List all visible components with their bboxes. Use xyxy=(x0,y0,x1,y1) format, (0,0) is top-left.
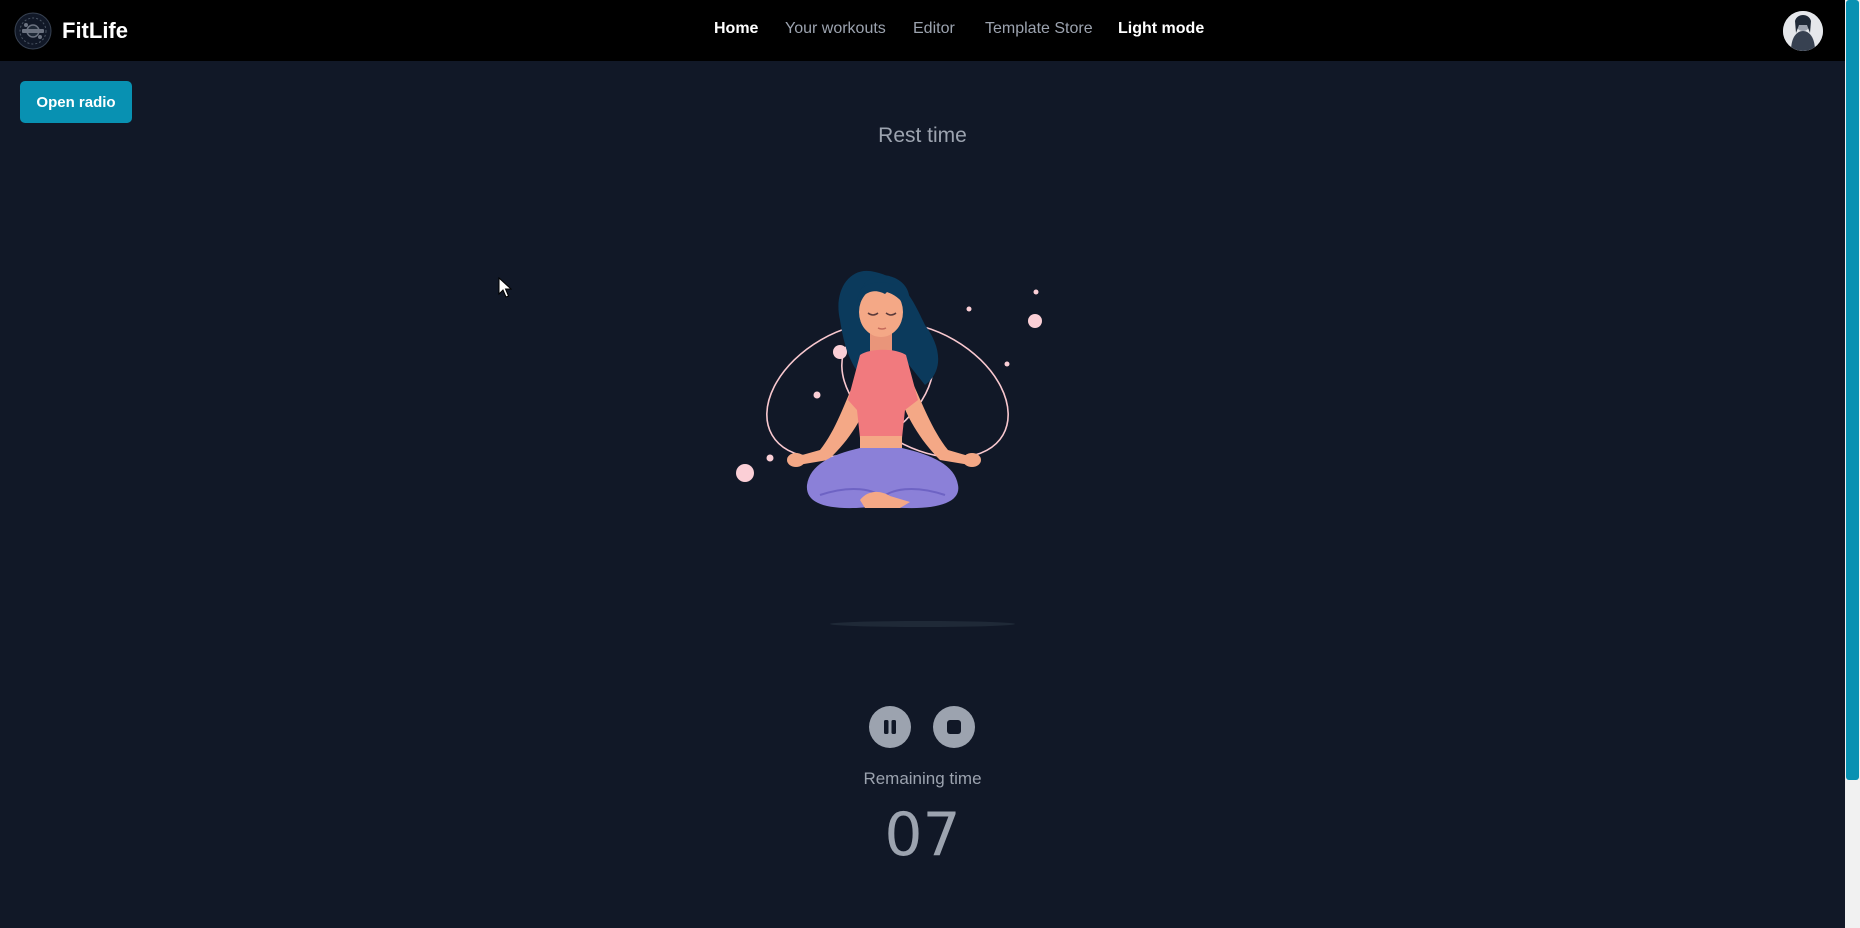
stop-icon xyxy=(947,720,961,734)
avatar[interactable] xyxy=(1783,11,1823,51)
remaining-time-label: Remaining time xyxy=(863,769,982,788)
top-navbar: FitLife Home Your workouts Editor Templa… xyxy=(0,0,1845,61)
brand[interactable]: FitLife xyxy=(14,10,128,52)
timer-controls xyxy=(869,706,975,748)
nav-home[interactable]: Home xyxy=(714,20,758,38)
rest-title: Rest time xyxy=(878,124,967,147)
nav-light-mode-toggle[interactable]: Light mode xyxy=(1118,20,1204,38)
nav-editor[interactable]: Editor xyxy=(913,20,955,38)
avatar-image xyxy=(1783,11,1823,51)
fitlife-logo-icon xyxy=(14,12,52,50)
open-radio-button[interactable]: Open radio xyxy=(20,81,132,123)
nav-template-store[interactable]: Template Store xyxy=(985,20,1093,38)
brand-name: FitLife xyxy=(62,18,128,43)
nav-links: Home Your workouts Editor Template Store… xyxy=(0,0,1845,61)
scrollbar-thumb[interactable] xyxy=(1846,0,1859,780)
remaining-time-value: 07 xyxy=(884,800,961,870)
illustration-shadow xyxy=(830,621,1015,627)
mouse-cursor-icon xyxy=(498,277,512,298)
nav-your-workouts[interactable]: Your workouts xyxy=(785,20,886,38)
pause-icon xyxy=(884,720,896,734)
stop-button[interactable] xyxy=(933,706,975,748)
meditation-illustration xyxy=(736,270,1042,509)
pause-button[interactable] xyxy=(869,706,911,748)
